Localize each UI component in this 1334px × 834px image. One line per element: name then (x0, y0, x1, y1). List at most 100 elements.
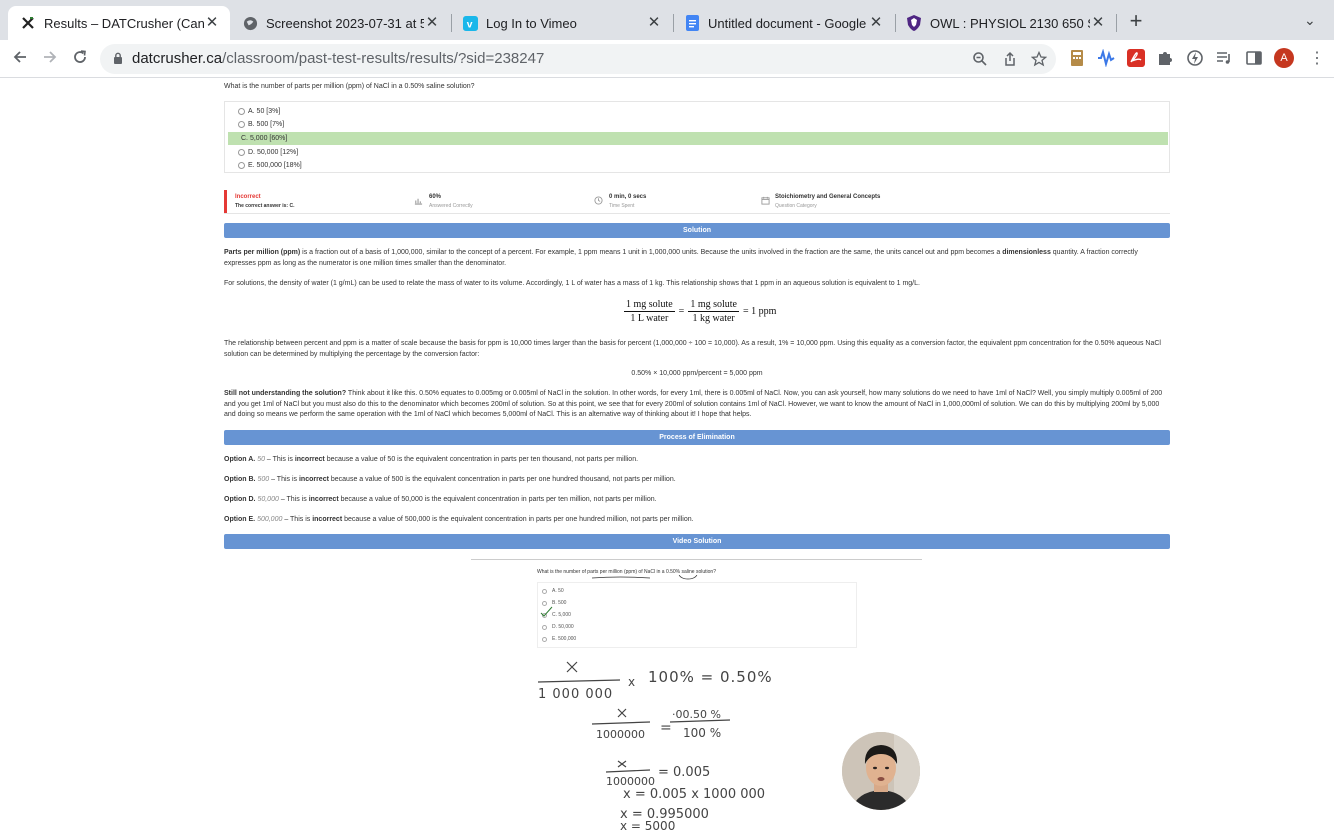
radio-icon[interactable] (238, 121, 245, 128)
option-label: Option B. (224, 476, 256, 483)
incorrect-word: incorrect (298, 476, 329, 483)
performance-icon[interactable] (1186, 49, 1204, 67)
option-a[interactable]: A. 50 [3%] (228, 105, 1168, 118)
svg-text:100 %: 100 % (683, 726, 721, 740)
radio-icon (542, 588, 547, 594)
svg-text:=: = (660, 720, 672, 736)
solution-paragraph-2: For solutions, the density of water (1 g… (224, 280, 920, 287)
close-tab-icon[interactable]: ✕ (1090, 15, 1106, 31)
fraction-1: 1 mg solute 1 L water (624, 299, 675, 324)
conversion-calculation: 0.50% × 10,000 ppm/percent = 5,000 ppm (631, 370, 763, 377)
tab-google-doc[interactable]: Untitled document - Google Do ✕ (672, 6, 894, 40)
svg-text:x = 0.005 x 1000 000: x = 0.005 x 1000 000 (623, 787, 765, 802)
x-logo-icon (20, 15, 36, 31)
tab-title: Results – DATCrusher (Canadian (44, 15, 204, 31)
bar-chart-icon (414, 198, 423, 205)
back-button[interactable] (9, 48, 31, 70)
option-e[interactable]: E. 500,000 [18%] (228, 159, 1168, 172)
waveform-extension-icon[interactable] (1097, 49, 1115, 67)
video-option-d: D. 50,000 (542, 624, 574, 630)
elimination-option-e: Option E. 500,000 – This is incorrect be… (224, 516, 694, 523)
close-tab-icon[interactable]: ✕ (646, 15, 662, 31)
option-label: C. 5,000 (552, 612, 571, 618)
incorrect-word: incorrect (312, 516, 343, 523)
tab-screenshot[interactable]: Screenshot 2023-07-31 at 5.0 ✕ (230, 6, 450, 40)
url-path: /classroom/past-test-results/results/?si… (222, 50, 545, 67)
option-label: E. 500,000 [18%] (248, 162, 302, 169)
calculator-extension-icon[interactable] (1068, 49, 1086, 67)
category-label: Question Category (775, 203, 817, 209)
star-icon[interactable] (1031, 51, 1047, 67)
close-tab-icon[interactable]: ✕ (424, 15, 440, 31)
url-domain: datcrusher.ca (132, 50, 223, 67)
tab-owl[interactable]: OWL : PHYSIOL 2130 650 SU2 ✕ (894, 6, 1116, 40)
close-tab-icon[interactable]: ✕ (868, 15, 884, 31)
option-b[interactable]: B. 500 [7%] (228, 118, 1168, 131)
avatar[interactable]: A (1274, 48, 1294, 68)
option-label: A. 50 [3%] (248, 108, 281, 115)
media-queue-icon[interactable] (1215, 49, 1233, 67)
google-docs-icon (684, 15, 700, 31)
svg-text:100% = 0.50%: 100% = 0.50% (648, 668, 773, 686)
text: because a value of 500,000 is the equiva… (342, 516, 694, 523)
clock-icon (594, 196, 603, 205)
option-label: Option E. (224, 516, 256, 523)
reload-button[interactable] (69, 48, 91, 70)
video-solution-heading: Video Solution (224, 534, 1170, 549)
tab-title: OWL : PHYSIOL 2130 650 SU2 (930, 15, 1090, 31)
option-d[interactable]: D. 50,000 [12%] (228, 146, 1168, 159)
close-tab-icon[interactable]: ✕ (204, 15, 220, 31)
lock-icon (114, 52, 122, 64)
side-panel-icon[interactable] (1245, 49, 1263, 67)
share-icon[interactable] (1002, 51, 1018, 67)
svg-text:x = 5000: x = 5000 (620, 819, 675, 833)
handwritten-work: 1 000 000 x 100% = 0.50% 1000000 = ·00.5… (537, 661, 773, 833)
equation-result: = 1 ppm (742, 306, 777, 317)
option-label: Option A. (224, 456, 256, 463)
reload-icon (74, 50, 86, 63)
svg-text:·00.50 %: ·00.50 % (672, 708, 721, 721)
zoom-icon[interactable] (972, 51, 988, 67)
svg-text:v: v (466, 19, 472, 30)
tab-title: Log In to Vimeo (486, 15, 577, 31)
svg-text:= 0.005: = 0.005 (658, 765, 710, 780)
radio-icon[interactable] (238, 162, 245, 169)
tab-strip: Results – DATCrusher (Canadian ✕ Screens… (0, 0, 1334, 40)
percent-correct: 60% (429, 194, 442, 200)
presenter-webcam (842, 732, 920, 810)
option-label: D. 50,000 (552, 624, 574, 630)
svg-text:x: x (628, 675, 635, 689)
option-label: B. 500 [7%] (248, 121, 285, 128)
presenter-portrait (842, 732, 920, 810)
arrow-left-icon (13, 51, 26, 63)
numerator: 1 mg solute (688, 299, 739, 312)
chevron-down-icon[interactable]: ⌄ (1304, 12, 1316, 29)
forward-button[interactable] (39, 48, 61, 70)
radio-icon[interactable] (238, 149, 245, 156)
more-menu-icon[interactable]: ⋮ (1309, 48, 1325, 68)
solution-paragraph-1: Parts per million (ppm) is a fraction ou… (224, 248, 1170, 269)
radio-icon[interactable] (238, 108, 245, 115)
address-bar[interactable]: datcrusher.ca/classroom/past-test-result… (100, 44, 1056, 74)
text: – This is (278, 496, 309, 503)
text: because a value of 50,000 is the equival… (338, 496, 657, 503)
option-label: C. 5,000 [60%] (241, 135, 288, 142)
time-label: Time Spent (609, 203, 635, 209)
fraction-2: 1 mg solute 1 kg water (688, 299, 739, 324)
new-tab-button[interactable]: + (1124, 10, 1148, 34)
option-c-correct[interactable]: C. 5,000 [60%] (228, 132, 1168, 145)
solution-paragraph-3: The relationship between percent and ppm… (224, 340, 1161, 358)
correct-answer-text: The correct answer is: C. (235, 203, 295, 209)
option-value: 500 (257, 476, 270, 483)
incorrect-indicator (224, 190, 227, 213)
pdf-extension-icon[interactable] (1127, 49, 1145, 67)
option-label: D. 50,000 [12%] (248, 149, 299, 156)
puzzle-icon[interactable] (1156, 49, 1174, 67)
tab-results[interactable]: Results – DATCrusher (Canadian ✕ (8, 6, 230, 40)
option-value: 50,000 (257, 496, 279, 503)
video-option-e: E. 500,000 (542, 636, 576, 642)
denominator: 1 L water (630, 313, 669, 324)
tab-vimeo[interactable]: v Log In to Vimeo ✕ (450, 6, 672, 40)
tab-title: Screenshot 2023-07-31 at 5.0 (266, 15, 424, 31)
page-content: What is the number of parts per million … (0, 79, 1334, 834)
